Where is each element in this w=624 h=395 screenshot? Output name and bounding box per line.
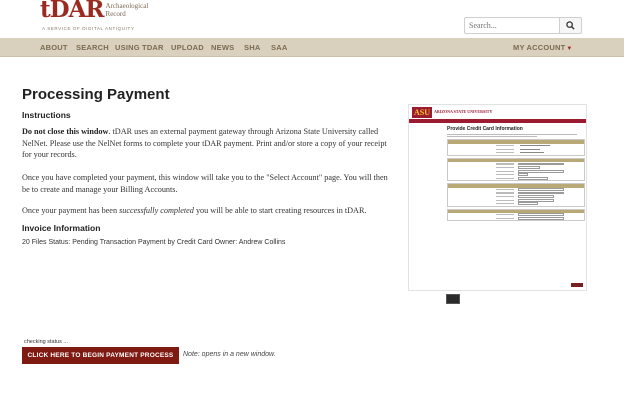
- logo-subtitle: Archaeological Record: [105, 2, 149, 18]
- search-input[interactable]: [464, 17, 560, 34]
- preview-section-contact: [447, 208, 585, 222]
- search-button[interactable]: [560, 17, 582, 34]
- search-icon: [566, 21, 575, 30]
- instructions-paragraph-1: Do not close this window. tDAR uses an e…: [22, 126, 397, 161]
- instructions-paragraph-3: Once your payment has been successfully …: [22, 205, 397, 217]
- new-window-note: Note: opens in a new window.: [183, 351, 276, 358]
- instructions-heading: Instructions: [22, 110, 71, 120]
- nav-news[interactable]: NEWS: [211, 43, 234, 52]
- nav-upload[interactable]: UPLOAD: [171, 43, 204, 52]
- asu-university-name: ARIZONA STATE UNIVERSITY: [434, 108, 493, 114]
- nav-my-account[interactable]: MY ACCOUNT▼: [513, 43, 573, 52]
- my-account-label: MY ACCOUNT: [513, 43, 566, 52]
- invoice-details: 20 Files Status: Pending Transaction Pay…: [22, 239, 286, 246]
- begin-payment-button[interactable]: CLICK HERE TO BEGIN PAYMENT PROCESS: [22, 347, 179, 364]
- asu-logo: ASU: [412, 106, 433, 118]
- preview-continue-button: [571, 283, 583, 287]
- p3-text-a: Once your payment has been: [22, 206, 120, 215]
- nav-sha[interactable]: SHA: [244, 43, 260, 52]
- page-title: Processing Payment: [22, 86, 170, 103]
- p3-text-b: you will be able to start creating resou…: [193, 206, 367, 215]
- nelnet-badge-icon: [446, 294, 460, 304]
- preview-section-summary: [447, 139, 585, 156]
- instructions-paragraph-2: Once you have completed your payment, th…: [22, 173, 388, 194]
- tagline: A SERVICE OF DIGITAL ANTIQUITY: [42, 26, 135, 31]
- chevron-down-icon: ▼: [566, 46, 573, 52]
- nav-using-tdar[interactable]: USING TDAR: [115, 43, 164, 52]
- main-nav: ABOUT SEARCH USING TDAR UPLOAD NEWS SHA …: [0, 38, 624, 57]
- preview-section-billing: [447, 183, 585, 207]
- tdar-logo[interactable]: tDAR Archaeological Record: [40, 0, 156, 24]
- nav-about[interactable]: ABOUT: [40, 43, 68, 52]
- logo-wordmark: tDAR: [40, 0, 105, 23]
- preview-section-card: [447, 157, 585, 182]
- payment-form-preview: ASU ARIZONA STATE UNIVERSITY Provide Cre…: [408, 104, 587, 291]
- search-bar: [464, 17, 582, 34]
- invoice-heading: Invoice Information: [22, 223, 101, 233]
- do-not-close-warning: Do not close this window: [22, 127, 109, 136]
- preview-form-title: Provide Credit Card Information: [447, 126, 523, 132]
- nav-saa[interactable]: SAA: [271, 43, 287, 52]
- checking-status-text: checking status ...: [24, 339, 69, 345]
- p3-emphasis: successfully completed: [119, 206, 194, 215]
- preview-instructions: [409, 132, 579, 138]
- nav-search[interactable]: SEARCH: [76, 43, 109, 52]
- preview-header: ASU ARIZONA STATE UNIVERSITY: [409, 105, 586, 119]
